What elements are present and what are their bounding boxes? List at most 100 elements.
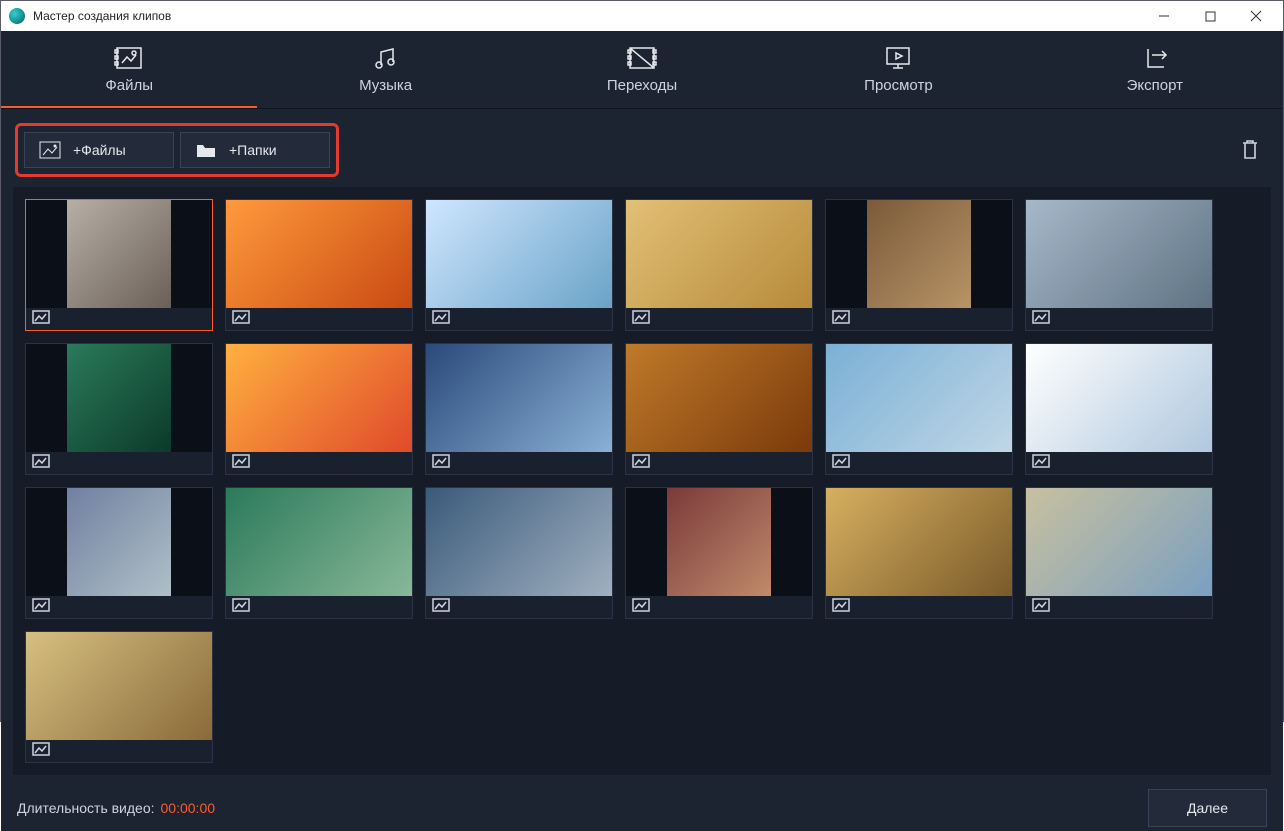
thumb-image bbox=[426, 200, 612, 308]
toolbar: +Файлы +Папки bbox=[1, 109, 1283, 187]
add-folders-label: +Папки bbox=[229, 142, 277, 158]
tab-music-label: Музыка bbox=[359, 77, 412, 94]
media-type-badge bbox=[26, 308, 212, 330]
media-thumb[interactable] bbox=[1025, 487, 1213, 619]
media-type-badge bbox=[626, 308, 812, 330]
tab-transitions[interactable]: Переходы bbox=[514, 31, 770, 108]
duration-value: 00:00:00 bbox=[161, 800, 216, 816]
media-type-badge bbox=[426, 308, 612, 330]
close-icon bbox=[1250, 10, 1262, 22]
add-folders-button[interactable]: +Папки bbox=[180, 132, 330, 168]
image-icon bbox=[632, 454, 650, 473]
media-thumb[interactable] bbox=[425, 199, 613, 331]
media-thumb[interactable] bbox=[25, 199, 213, 331]
thumb-image bbox=[226, 488, 412, 596]
media-thumb[interactable] bbox=[825, 343, 1013, 475]
media-thumb[interactable] bbox=[825, 487, 1013, 619]
media-type-badge bbox=[1026, 308, 1212, 330]
image-icon bbox=[232, 310, 250, 329]
media-thumb[interactable] bbox=[825, 199, 1013, 331]
add-files-button[interactable]: +Файлы bbox=[24, 132, 174, 168]
thumb-image bbox=[26, 200, 212, 308]
image-icon bbox=[432, 598, 450, 617]
tab-preview[interactable]: Просмотр bbox=[770, 31, 1026, 108]
image-icon bbox=[832, 598, 850, 617]
thumb-image bbox=[26, 488, 212, 596]
close-button[interactable] bbox=[1233, 1, 1279, 31]
image-icon bbox=[832, 454, 850, 473]
image-icon bbox=[32, 598, 50, 617]
tab-files[interactable]: Файлы bbox=[1, 31, 257, 108]
thumb-image bbox=[1026, 488, 1212, 596]
maximize-icon bbox=[1205, 11, 1216, 22]
next-button[interactable]: Далее bbox=[1148, 789, 1267, 827]
media-grid bbox=[25, 199, 1259, 763]
tab-transitions-label: Переходы bbox=[607, 77, 677, 94]
image-icon bbox=[832, 310, 850, 329]
music-icon bbox=[371, 45, 401, 71]
image-icon bbox=[632, 598, 650, 617]
image-icon bbox=[432, 310, 450, 329]
footer: Длительность видео: 00:00:00 Далее bbox=[1, 785, 1283, 831]
app-body: Файлы Музыка Переходы Просмотр Экспорт bbox=[1, 31, 1283, 831]
thumb-image bbox=[826, 200, 1012, 308]
media-type-badge bbox=[1026, 452, 1212, 474]
media-type-badge bbox=[626, 596, 812, 618]
image-icon bbox=[32, 454, 50, 473]
thumb-image bbox=[1026, 344, 1212, 452]
media-thumb[interactable] bbox=[625, 343, 813, 475]
thumb-image bbox=[826, 488, 1012, 596]
media-thumb[interactable] bbox=[25, 343, 213, 475]
tab-files-label: Файлы bbox=[105, 77, 153, 94]
image-icon bbox=[232, 598, 250, 617]
thumb-image bbox=[626, 200, 812, 308]
trash-icon bbox=[1239, 137, 1261, 161]
media-thumb[interactable] bbox=[1025, 199, 1213, 331]
media-thumb[interactable] bbox=[625, 487, 813, 619]
media-type-badge bbox=[826, 308, 1012, 330]
minimize-button[interactable] bbox=[1141, 1, 1187, 31]
tab-export-label: Экспорт bbox=[1127, 77, 1183, 94]
media-type-badge bbox=[826, 452, 1012, 474]
tab-preview-label: Просмотр bbox=[864, 77, 933, 94]
media-type-badge bbox=[26, 452, 212, 474]
add-buttons-highlight: +Файлы +Папки bbox=[15, 123, 339, 177]
image-icon bbox=[232, 454, 250, 473]
media-type-badge bbox=[1026, 596, 1212, 618]
media-thumb[interactable] bbox=[225, 487, 413, 619]
app-window: Мастер создания клипов Файлы Музыка Пере… bbox=[0, 0, 1284, 722]
media-type-badge bbox=[26, 740, 212, 762]
export-icon bbox=[1140, 45, 1170, 71]
transitions-icon bbox=[627, 45, 657, 71]
titlebar: Мастер создания клипов bbox=[1, 1, 1283, 31]
image-icon bbox=[39, 141, 61, 159]
folder-icon bbox=[195, 141, 217, 159]
media-thumb[interactable] bbox=[25, 631, 213, 763]
thumb-image bbox=[26, 632, 212, 740]
thumb-image bbox=[1026, 200, 1212, 308]
media-thumb[interactable] bbox=[625, 199, 813, 331]
media-thumb[interactable] bbox=[25, 487, 213, 619]
preview-icon bbox=[883, 45, 913, 71]
thumb-image bbox=[226, 344, 412, 452]
thumb-image bbox=[626, 488, 812, 596]
image-icon bbox=[32, 742, 50, 761]
media-thumb[interactable] bbox=[225, 199, 413, 331]
media-thumb[interactable] bbox=[425, 487, 613, 619]
media-type-badge bbox=[426, 452, 612, 474]
add-files-label: +Файлы bbox=[73, 142, 126, 158]
delete-button[interactable] bbox=[1239, 137, 1265, 163]
thumb-image bbox=[626, 344, 812, 452]
media-thumb[interactable] bbox=[1025, 343, 1213, 475]
media-thumb[interactable] bbox=[425, 343, 613, 475]
image-icon bbox=[32, 310, 50, 329]
media-content bbox=[13, 187, 1271, 775]
tab-music[interactable]: Музыка bbox=[257, 31, 513, 108]
tab-export[interactable]: Экспорт bbox=[1027, 31, 1283, 108]
thumb-image bbox=[826, 344, 1012, 452]
media-thumb[interactable] bbox=[225, 343, 413, 475]
image-icon bbox=[1032, 310, 1050, 329]
image-icon bbox=[632, 310, 650, 329]
thumb-image bbox=[426, 488, 612, 596]
maximize-button[interactable] bbox=[1187, 1, 1233, 31]
